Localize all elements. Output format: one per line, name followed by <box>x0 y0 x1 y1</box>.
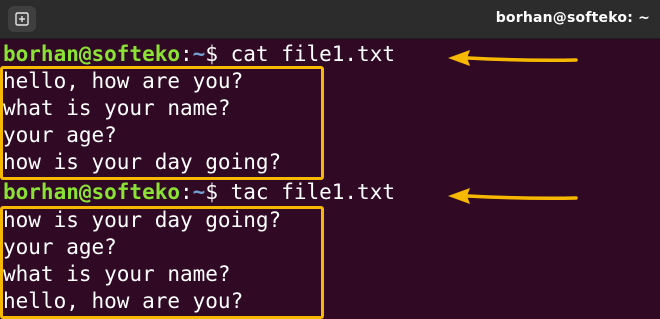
prompt-symbol: $ <box>205 42 231 66</box>
command-text: cat file1.txt <box>230 42 395 66</box>
arrow-icon <box>448 50 578 66</box>
highlight-box-output-1 <box>0 66 324 180</box>
command-text: tac file1.txt <box>230 180 395 204</box>
arrow-icon <box>448 188 578 204</box>
window-title: borhan@softeko: ~ <box>495 10 650 26</box>
prompt-line: borhan@softeko:~$ tac file1.txt <box>3 179 395 205</box>
prompt-user-host: borhan@softeko <box>3 42 181 66</box>
highlight-box-output-2 <box>0 206 324 319</box>
prompt-symbol: $ <box>205 180 231 204</box>
prompt-path: ~ <box>192 180 206 204</box>
new-tab-button[interactable] <box>8 6 36 32</box>
new-tab-icon <box>15 12 29 26</box>
terminal-titlebar: borhan@softeko: ~ <box>0 0 660 39</box>
terminal-output[interactable]: borhan@softeko:~$ cat file1.txt hello, h… <box>0 39 660 319</box>
prompt-separator: : <box>180 180 193 204</box>
prompt-user-host: borhan@softeko <box>3 180 181 204</box>
prompt-path: ~ <box>192 42 206 66</box>
prompt-line: borhan@softeko:~$ cat file1.txt <box>3 41 395 67</box>
prompt-separator: : <box>180 42 193 66</box>
